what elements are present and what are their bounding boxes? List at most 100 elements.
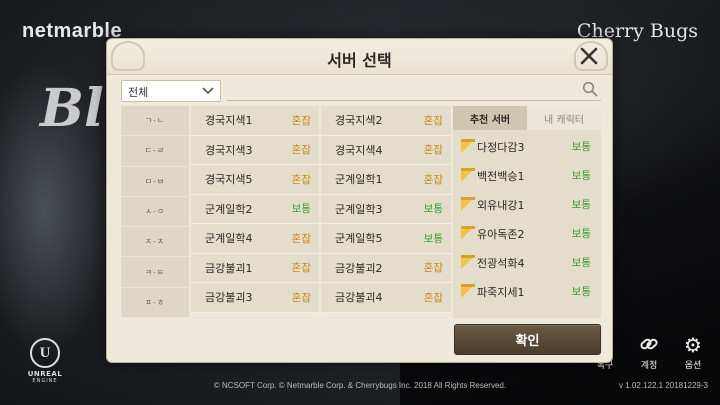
- server-item[interactable]: 경국지색4 혼잡: [321, 135, 451, 165]
- tab-my-characters[interactable]: 내 캐릭터: [527, 106, 601, 130]
- server-item[interactable]: 군계일학2 보통: [191, 194, 319, 224]
- server-name: 금강불괴2: [335, 261, 383, 275]
- server-name: 군계일학4: [205, 232, 253, 246]
- server-status: 보통: [571, 286, 591, 298]
- confirm-button[interactable]: 확인: [454, 324, 601, 355]
- game-logo: Bl: [40, 78, 104, 139]
- server-list: 경국지색1 혼잡 경국지색2 혼잡 경국지색3 혼잡 경국지색4 혼잡 경국지색5 혼잡 군계일학1…: [191, 106, 451, 318]
- server-name: 외유내강1: [477, 198, 525, 212]
- search-input[interactable]: [227, 100, 601, 101]
- server-status: 보통: [423, 203, 443, 216]
- server-name: 경국지색2: [335, 114, 383, 128]
- recommended-server-item[interactable]: 외유내강1 보통: [453, 190, 601, 219]
- server-name: 백전백승1: [477, 169, 525, 183]
- server-status: 보통: [571, 170, 591, 182]
- recommended-server-item[interactable]: 유아독존2 보통: [453, 219, 601, 248]
- server-name: 경국지색5: [205, 173, 253, 187]
- close-button[interactable]: [574, 41, 604, 71]
- server-status: 보통: [571, 199, 591, 211]
- consonant-index-item[interactable]: ㅋ-ㅌ: [121, 257, 189, 288]
- recommended-badge-icon: [461, 139, 475, 153]
- server-status: 혼잡: [291, 262, 311, 275]
- server-item[interactable]: 군계일학3 보통: [321, 194, 451, 224]
- server-item[interactable]: 경국지색5 혼잡: [191, 165, 319, 195]
- unreal-icon: U: [30, 338, 60, 368]
- consonant-index-item[interactable]: ㄷ-ㄹ: [121, 136, 189, 167]
- gear-icon: ⚙: [684, 333, 702, 357]
- server-filter-dropdown[interactable]: 전체: [121, 80, 221, 102]
- server-status: 보통: [571, 257, 591, 269]
- server-status: 혼잡: [423, 144, 443, 157]
- recommended-badge-icon: [461, 284, 475, 298]
- server-item[interactable]: 경국지색2 혼잡: [321, 106, 451, 136]
- server-status: 혼잡: [423, 291, 443, 304]
- server-status: 보통: [571, 141, 591, 153]
- server-name: 경국지색3: [205, 143, 253, 157]
- consonant-index-item[interactable]: ㅅ-ㅇ: [121, 197, 189, 228]
- server-item[interactable]: 금강불괴2 혼잡: [321, 253, 451, 283]
- server-name: 금강불괴3: [205, 291, 253, 305]
- server-status: 혼잡: [291, 232, 311, 245]
- server-item[interactable]: 군계일학1 혼잡: [321, 165, 451, 195]
- server-name: 금강불괴4: [335, 291, 383, 305]
- consonant-index-item[interactable]: ㅈ-ㅊ: [121, 227, 189, 258]
- server-status: 혼잡: [291, 173, 311, 186]
- link-icon: [634, 333, 664, 357]
- recommended-server-list: 다정다감3 보통 백전백승1 보통 외유내강1 보통 유아독존2 보통 전광석화4 보통 파죽지세1…: [453, 130, 601, 306]
- filter-selected-label: 전체: [128, 86, 149, 99]
- server-item[interactable]: 금강불괴1 혼잡: [191, 253, 319, 283]
- server-status: 혼잡: [291, 291, 311, 304]
- search-icon[interactable]: [582, 81, 598, 97]
- unreal-engine-logo: U UNREAL ENGINE: [22, 338, 68, 384]
- server-status: 혼잡: [423, 262, 443, 275]
- server-name: 파죽지세1: [477, 285, 525, 299]
- server-name: 군계일학5: [335, 232, 383, 246]
- close-icon: [580, 47, 598, 65]
- account-button[interactable]: 계정: [634, 333, 664, 371]
- server-name: 전광석화4: [477, 256, 525, 270]
- recommended-badge-icon: [461, 197, 475, 211]
- recommended-server-item[interactable]: 파죽지세1 보통: [453, 277, 601, 306]
- server-name: 경국지색1: [205, 114, 253, 128]
- version-text: v 1.02.122.1 20181229-3: [619, 381, 708, 390]
- server-status: 보통: [571, 228, 591, 240]
- server-status: 혼잡: [291, 144, 311, 157]
- consonant-index-item[interactable]: ㅍ-ㅎ: [121, 288, 189, 319]
- consonant-index: ㄱ-ㄴ ㄷ-ㄹ ㅁ-ㅂ ㅅ-ㅇ ㅈ-ㅊ ㅋ-ㅌ ㅍ-ㅎ: [121, 106, 189, 319]
- dialog-header: 서버 선택: [107, 39, 612, 75]
- server-name: 다정다감3: [477, 140, 525, 154]
- server-name: 군계일학2: [205, 202, 253, 216]
- recommended-server-item[interactable]: 다정다감3 보통: [453, 132, 601, 161]
- server-name: 유아독존2: [477, 227, 525, 241]
- server-item[interactable]: 금강불괴3 혼잡: [191, 283, 319, 313]
- server-name: 군계일학3: [335, 202, 383, 216]
- recommended-badge-icon: [461, 255, 475, 269]
- server-item[interactable]: 군계일학5 보통: [321, 224, 451, 254]
- server-status: 혼잡: [423, 114, 443, 127]
- server-name: 군계일학1: [335, 173, 383, 187]
- consonant-index-item[interactable]: ㄱ-ㄴ: [121, 106, 189, 137]
- server-status: 혼잡: [423, 173, 443, 186]
- server-name: 경국지색4: [335, 143, 383, 157]
- server-item[interactable]: 금강불괴4 혼잡: [321, 283, 451, 313]
- copyright-text: © NCSOFT Corp. © Netmarble Corp. & Cherr…: [213, 381, 507, 390]
- side-panel: 추천 서버 내 캐릭터 다정다감3 보통 백전백승1 보통 외유내강1 보통 유아독존2 보통…: [453, 106, 601, 318]
- server-select-dialog: 서버 선택 전체 ㄱ-ㄴ ㄷ-ㄹ ㅁ-ㅂ ㅅ-ㅇ ㅈ-ㅊ ㅋ-ㅌ ㅍ-ㅎ 경국지색1 혼잡 경국…: [106, 38, 613, 363]
- side-tabs: 추천 서버 내 캐릭터: [453, 106, 601, 130]
- recommended-server-item[interactable]: 전광석화4 보통: [453, 248, 601, 277]
- consonant-index-item[interactable]: ㅁ-ㅂ: [121, 167, 189, 197]
- server-name: 금강불괴1: [205, 261, 253, 275]
- server-item[interactable]: 군계일학4 혼잡: [191, 224, 319, 254]
- server-status: 보통: [423, 232, 443, 245]
- server-item[interactable]: 경국지색1 혼잡: [191, 106, 319, 136]
- recommended-server-item[interactable]: 백전백승1 보통: [453, 161, 601, 190]
- chevron-down-icon: [202, 87, 214, 95]
- dialog-title: 서버 선택: [327, 51, 392, 70]
- recommended-badge-icon: [461, 226, 475, 240]
- options-button[interactable]: ⚙ 옵션: [678, 333, 708, 371]
- server-item[interactable]: 경국지색3 혼잡: [191, 135, 319, 165]
- server-status: 보통: [291, 203, 311, 216]
- recommended-badge-icon: [461, 168, 475, 182]
- server-status: 혼잡: [291, 114, 311, 127]
- tab-recommended-servers[interactable]: 추천 서버: [453, 106, 527, 130]
